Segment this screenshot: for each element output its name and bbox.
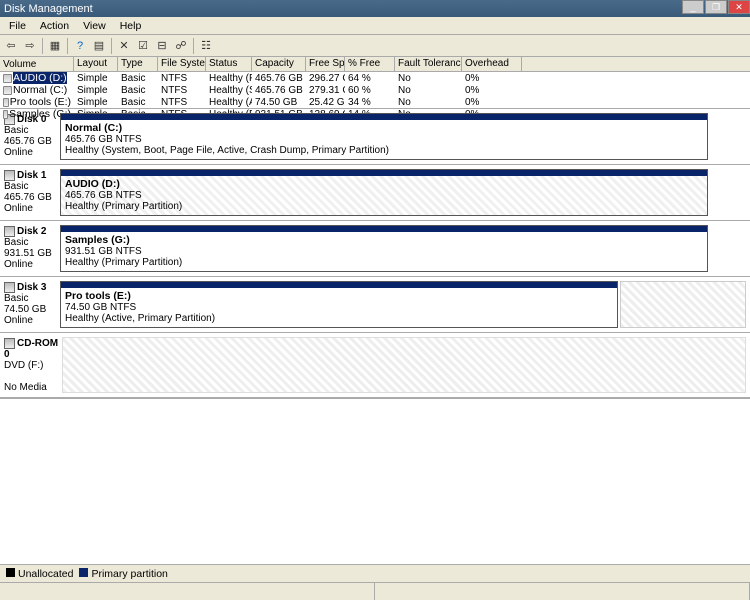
disk-info[interactable]: Disk 3Basic74.50 GBOnline bbox=[4, 281, 60, 328]
disk-graphical-pane: Disk 0Basic465.76 GBOnlineNormal (C:)465… bbox=[0, 109, 750, 399]
partition[interactable]: Samples (G:)931.51 GB NTFSHealthy (Prima… bbox=[60, 225, 708, 272]
volume-icon bbox=[3, 86, 12, 95]
cdrom-icon bbox=[4, 338, 15, 349]
legend: Unallocated Primary partition bbox=[0, 564, 750, 582]
partition[interactable]: Normal (C:)465.76 GB NTFSHealthy (System… bbox=[60, 113, 708, 160]
partition[interactable]: Pro tools (E:)74.50 GB NTFSHealthy (Acti… bbox=[60, 281, 618, 328]
column-header[interactable]: File System bbox=[158, 57, 206, 71]
minimize-button[interactable]: _ bbox=[682, 0, 704, 14]
column-header[interactable]: Free Spa... bbox=[306, 57, 345, 71]
column-headers: VolumeLayoutTypeFile SystemStatusCapacit… bbox=[0, 57, 750, 72]
column-header[interactable]: Type bbox=[118, 57, 158, 71]
refresh-icon[interactable]: ▦ bbox=[46, 37, 64, 55]
back-icon[interactable]: ⇦ bbox=[2, 37, 20, 55]
menu-action[interactable]: Action bbox=[33, 18, 76, 34]
harddisk-icon bbox=[4, 226, 15, 237]
volume-row[interactable]: Pro tools (E:)SimpleBasicNTFSHealthy (A.… bbox=[0, 96, 750, 108]
harddisk-icon bbox=[4, 170, 15, 181]
disk-row: Disk 3Basic74.50 GBOnlinePro tools (E:)7… bbox=[0, 277, 750, 333]
close-button[interactable]: ✕ bbox=[728, 0, 750, 14]
disk-icon[interactable]: ⊟ bbox=[153, 37, 171, 55]
disk-info[interactable]: Disk 2Basic931.51 GBOnline bbox=[4, 225, 60, 272]
title-bar: Disk Management _ ❐ ✕ bbox=[0, 0, 750, 17]
empty-drive bbox=[62, 337, 746, 393]
disk-info[interactable]: Disk 1Basic465.76 GBOnline bbox=[4, 169, 60, 216]
disk-info[interactable]: Disk 0Basic465.76 GBOnline bbox=[4, 113, 60, 160]
column-header[interactable]: Layout bbox=[74, 57, 118, 71]
unallocated-space[interactable] bbox=[620, 281, 746, 328]
list-icon[interactable]: ☷ bbox=[197, 37, 215, 55]
column-header[interactable]: Status bbox=[206, 57, 252, 71]
column-header[interactable]: Overhead bbox=[462, 57, 522, 71]
column-header[interactable]: % Free bbox=[345, 57, 395, 71]
column-header[interactable]: Volume bbox=[0, 57, 74, 71]
volume-icon bbox=[3, 98, 9, 107]
settings-icon[interactable]: ▤ bbox=[90, 37, 108, 55]
volume-list-pane: VolumeLayoutTypeFile SystemStatusCapacit… bbox=[0, 57, 750, 109]
properties-icon[interactable]: ☑ bbox=[134, 37, 152, 55]
separator bbox=[193, 38, 194, 54]
volume-icon bbox=[3, 74, 12, 83]
window-title: Disk Management bbox=[4, 3, 93, 15]
disk-info[interactable]: CD-ROM 0DVD (F:)No Media bbox=[4, 337, 60, 393]
disk-row: Disk 2Basic931.51 GBOnlineSamples (G:)93… bbox=[0, 221, 750, 277]
column-header[interactable]: Fault Tolerance bbox=[395, 57, 462, 71]
disk-row: Disk 0Basic465.76 GBOnlineNormal (C:)465… bbox=[0, 109, 750, 165]
help-icon[interactable]: ? bbox=[71, 37, 89, 55]
separator bbox=[67, 38, 68, 54]
menu-help[interactable]: Help bbox=[113, 18, 149, 34]
partition[interactable]: AUDIO (D:)465.76 GB NTFSHealthy (Primary… bbox=[60, 169, 708, 216]
harddisk-icon bbox=[4, 282, 15, 293]
delete-icon[interactable]: ✕ bbox=[115, 37, 133, 55]
maximize-button[interactable]: ❐ bbox=[705, 0, 727, 14]
volume-row[interactable]: Normal (C:)SimpleBasicNTFSHealthy (S...4… bbox=[0, 84, 750, 96]
separator bbox=[111, 38, 112, 54]
empty-area bbox=[0, 399, 750, 554]
legend-primary-partition: Primary partition bbox=[79, 568, 167, 580]
legend-unallocated: Unallocated bbox=[6, 568, 73, 580]
volume-icon bbox=[3, 110, 8, 119]
separator bbox=[42, 38, 43, 54]
menu-view[interactable]: View bbox=[76, 18, 113, 34]
disk-row: Disk 1Basic465.76 GBOnlineAUDIO (D:)465.… bbox=[0, 165, 750, 221]
volume-row[interactable]: AUDIO (D:)SimpleBasicNTFSHealthy (P...46… bbox=[0, 72, 750, 84]
toolbar: ⇦ ⇨ ▦ ? ▤ ✕ ☑ ⊟ ☍ ☷ bbox=[0, 35, 750, 57]
menu-file[interactable]: File bbox=[2, 18, 33, 34]
menu-bar: File Action View Help bbox=[0, 17, 750, 35]
status-bar bbox=[0, 582, 750, 600]
format-icon[interactable]: ☍ bbox=[172, 37, 190, 55]
disk-row: CD-ROM 0DVD (F:)No Media bbox=[0, 333, 750, 398]
column-header[interactable]: Capacity bbox=[252, 57, 306, 71]
forward-icon[interactable]: ⇨ bbox=[21, 37, 39, 55]
